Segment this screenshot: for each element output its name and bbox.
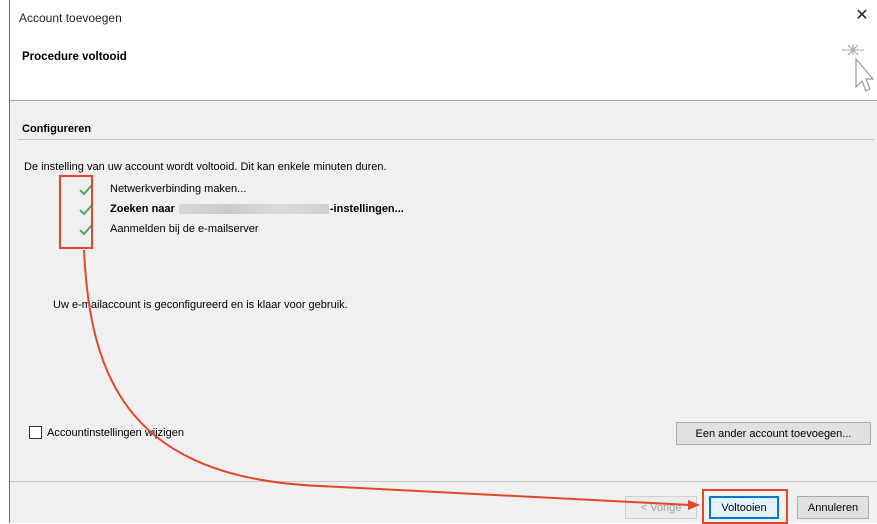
close-icon[interactable]: ✕	[847, 2, 877, 30]
wizard-cursor-sparkle-icon	[842, 44, 875, 92]
step-label: Aanmelden bij de e-mailserver	[110, 223, 259, 235]
window-title: Account toevoegen	[19, 11, 122, 25]
redacted-text	[178, 204, 329, 215]
section-title: Configureren	[22, 123, 92, 135]
wizard-header: Procedure voltooid	[10, 34, 877, 100]
wizard-body: Configureren De instelling van uw accoun…	[10, 101, 877, 481]
back-button[interactable]: < Vorige	[625, 496, 697, 519]
progress-description: De instelling van uw account wordt volto…	[24, 161, 387, 173]
annotation-box-checks	[59, 175, 93, 249]
checkbox[interactable]	[29, 426, 42, 439]
page-title: Procedure voltooid	[22, 51, 127, 63]
step-label-prefix: Zoeken naar	[110, 203, 175, 215]
checkbox-label[interactable]: Accountinstellingen wijzigen	[47, 427, 184, 439]
result-message: Uw e-mailaccount is geconfigureerd en is…	[53, 299, 348, 311]
annotation-box-finish	[702, 489, 788, 524]
step-label: Zoeken naar -instellingen...	[110, 203, 404, 215]
cancel-button[interactable]: Annuleren	[797, 496, 869, 519]
add-another-account-button[interactable]: Een ander account toevoegen...	[676, 422, 871, 445]
title-bar: Account toevoegen ✕	[10, 0, 877, 34]
wizard-footer: < Vorige Voltooien Annuleren	[10, 482, 877, 524]
section-divider	[18, 139, 875, 140]
step-label-suffix: -instellingen...	[329, 203, 404, 215]
step-label: Netwerkverbinding maken...	[110, 183, 247, 195]
